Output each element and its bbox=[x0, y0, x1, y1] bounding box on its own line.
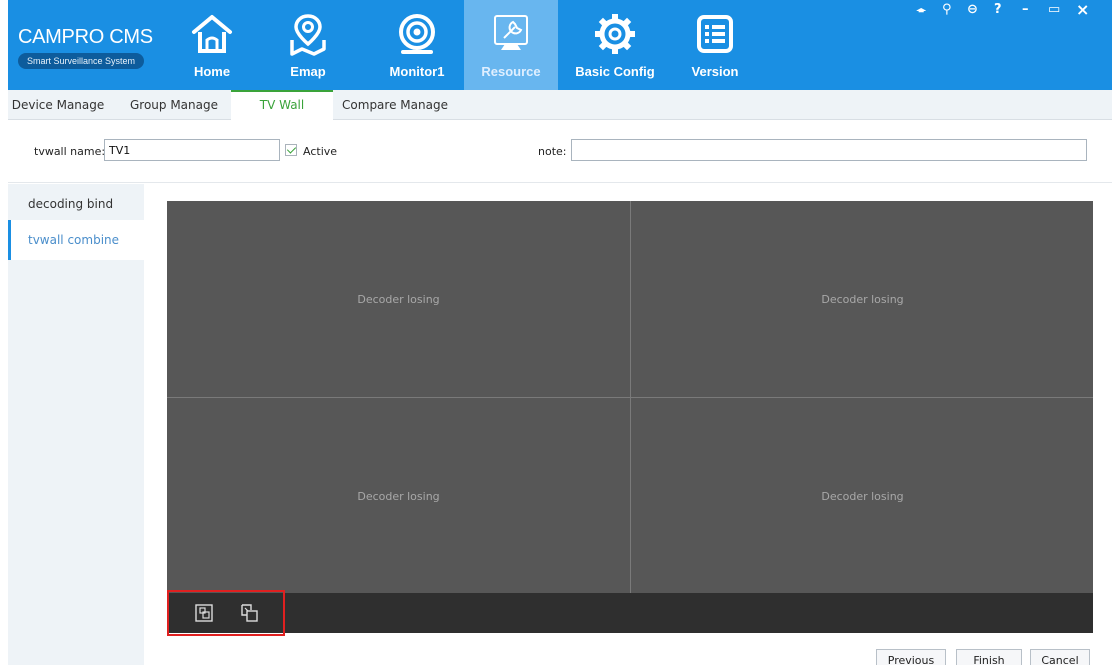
note-label: note: bbox=[538, 145, 567, 158]
nav-resource[interactable]: Resource bbox=[464, 0, 558, 90]
app-subtitle: Smart Surveillance System bbox=[18, 53, 145, 69]
tab-tv-wall[interactable]: TV Wall bbox=[231, 90, 333, 120]
cell-status: Decoder losing bbox=[357, 489, 440, 503]
cell-status: Decoder losing bbox=[821, 489, 904, 503]
list-icon bbox=[697, 15, 733, 53]
wrench-monitor-icon bbox=[494, 15, 528, 50]
tab-compare-manage[interactable]: Compare Manage bbox=[339, 90, 451, 120]
cancel-button[interactable]: Cancel bbox=[1030, 649, 1090, 665]
nav-version-label: Version bbox=[691, 64, 739, 79]
grid-divider-horizontal bbox=[167, 397, 1093, 398]
tab-bar: Device Manage Group Manage TV Wall Compa… bbox=[8, 90, 1112, 120]
finish-button[interactable]: Finish bbox=[956, 649, 1022, 665]
nav-emap-label: Emap bbox=[290, 64, 326, 79]
wall-cell-1[interactable]: Decoder losing bbox=[167, 201, 630, 397]
nav-monitor1-label: Monitor1 bbox=[389, 64, 445, 79]
nav-version[interactable]: Version bbox=[680, 0, 750, 90]
wall-toolbar bbox=[167, 593, 1093, 633]
wall-cell-3[interactable]: Decoder losing bbox=[167, 398, 630, 594]
side-item-tvwall-combine[interactable]: tvwall combine bbox=[8, 220, 144, 260]
toolbar-highlight-box bbox=[167, 590, 285, 636]
tvwall-name-input[interactable] bbox=[104, 139, 280, 161]
nav-basic-config[interactable]: Basic Config bbox=[566, 0, 664, 90]
nav-monitor1[interactable]: Monitor1 bbox=[374, 0, 460, 90]
active-checkbox[interactable] bbox=[285, 144, 297, 156]
brand: CAMPRO CMS Smart Surveillance System bbox=[18, 26, 153, 69]
cell-status: Decoder losing bbox=[821, 292, 904, 306]
side-item-decoding-bind[interactable]: decoding bind bbox=[8, 184, 144, 224]
nav-emap[interactable]: Emap bbox=[272, 0, 344, 90]
minimize-icon[interactable]: – bbox=[1022, 2, 1029, 17]
app-header: CAMPRO CMS Smart Surveillance System Hom… bbox=[8, 0, 1112, 90]
wall-cell-4[interactable]: Decoder losing bbox=[631, 398, 1094, 594]
close-icon[interactable]: × bbox=[1076, 0, 1089, 19]
tab-device-manage[interactable]: Device Manage bbox=[8, 90, 108, 120]
help-icon[interactable]: ? bbox=[994, 2, 1002, 17]
map-pin-icon bbox=[290, 14, 326, 56]
tvwall-form: tvwall name: Active note: bbox=[8, 121, 1112, 183]
note-input[interactable] bbox=[571, 139, 1087, 161]
camera-lens-icon bbox=[399, 14, 435, 54]
home-icon bbox=[192, 15, 232, 53]
active-label: Active bbox=[303, 145, 338, 158]
previous-button[interactable]: Previous bbox=[876, 649, 946, 665]
wall-cell-2[interactable]: Decoder losing bbox=[631, 201, 1094, 397]
tv-wall-grid: Decoder losing Decoder losing Decoder lo… bbox=[167, 201, 1093, 593]
tab-group-manage[interactable]: Group Manage bbox=[124, 90, 224, 120]
tvwall-name-label: tvwall name: bbox=[34, 145, 106, 158]
user-icon[interactable]: ⚲ bbox=[942, 2, 952, 17]
cell-status: Decoder losing bbox=[357, 292, 440, 306]
nav-resource-label: Resource bbox=[481, 64, 541, 79]
maximize-icon[interactable]: ▭ bbox=[1048, 2, 1060, 17]
lock-icon[interactable]: ⊖ bbox=[967, 2, 978, 17]
nav-home-label: Home bbox=[193, 64, 231, 79]
pin-icon[interactable]: 🠽 bbox=[916, 2, 926, 24]
nav-home[interactable]: Home bbox=[176, 0, 248, 90]
gear-icon bbox=[595, 14, 635, 54]
nav-basic-config-label: Basic Config bbox=[575, 64, 655, 79]
side-menu: decoding bind tvwall combine bbox=[8, 184, 144, 665]
app-title: CAMPRO CMS bbox=[18, 26, 153, 48]
